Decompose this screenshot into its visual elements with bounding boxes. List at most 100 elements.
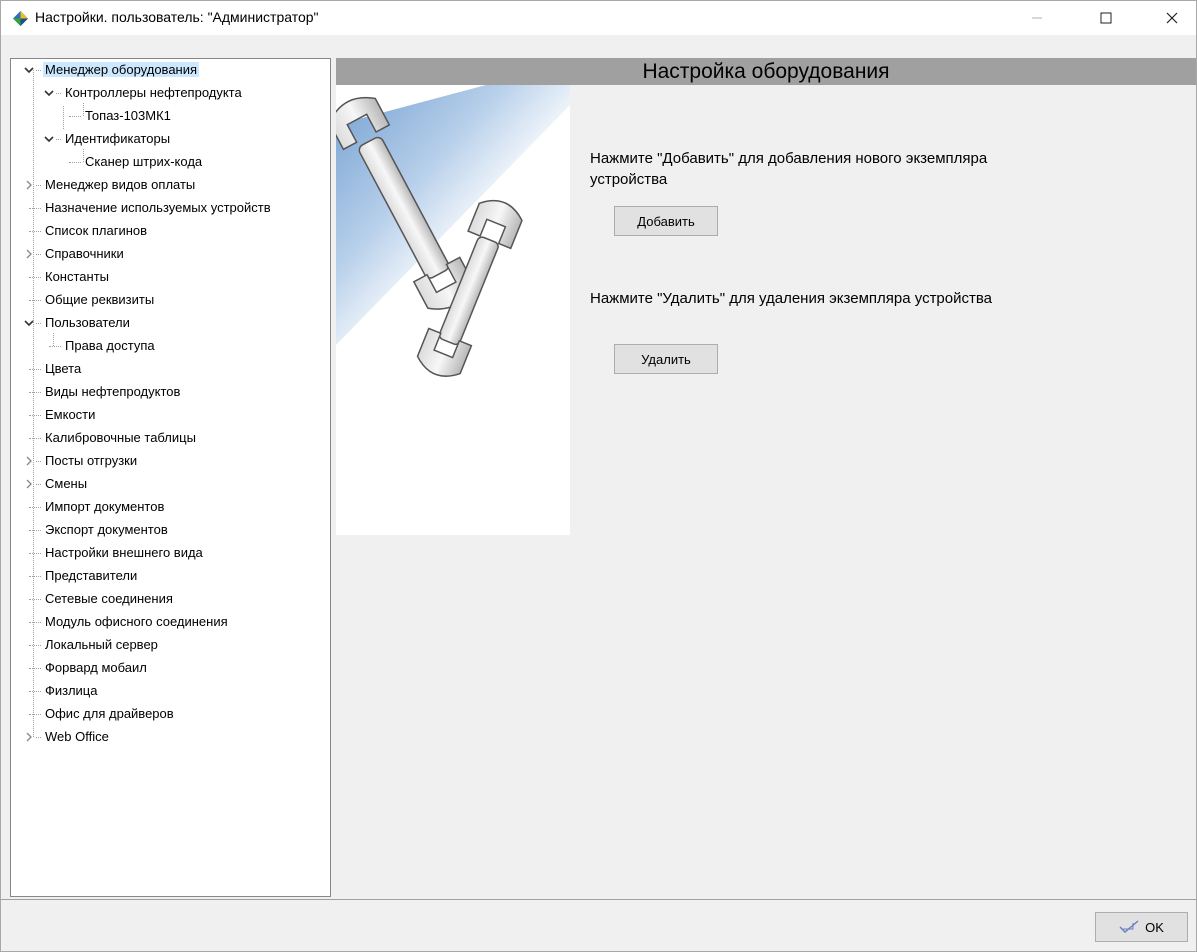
tree-item[interactable]: Модуль офисного соединения: [43, 612, 230, 632]
tree-item[interactable]: Виды нефтепродуктов: [43, 382, 182, 402]
maximize-button[interactable]: [1083, 1, 1129, 35]
tree-connector: [36, 70, 41, 71]
chevron-down-icon[interactable]: [43, 83, 55, 103]
chevron-down-icon[interactable]: [23, 313, 35, 333]
tree-item[interactable]: Емкости: [43, 405, 97, 425]
illustration: [336, 85, 570, 535]
settings-tree[interactable]: Менеджер оборудования Контроллеры нефтепр…: [10, 58, 331, 897]
tree-item[interactable]: Форвард мобаил: [43, 658, 149, 678]
ok-button[interactable]: OK: [1095, 912, 1188, 942]
tree-item[interactable]: Сканер штрих-кода: [83, 152, 204, 172]
tree-item-label: Калибровочные таблицы: [45, 430, 196, 445]
tree-connector: [53, 333, 54, 346]
delete-button[interactable]: Удалить: [614, 344, 718, 374]
tree-connector: [29, 438, 41, 439]
tree-item[interactable]: Назначение используемых устройств: [43, 198, 273, 218]
tree-item[interactable]: Пользователи: [43, 313, 132, 333]
tree-connector: [36, 323, 41, 324]
tree-item[interactable]: Менеджер оборудования: [43, 60, 200, 80]
minimize-icon: [1032, 17, 1042, 19]
tree-connector: [69, 162, 81, 163]
tree-connector: [29, 231, 41, 232]
tree-connector: [29, 392, 41, 393]
tree-connector: [29, 645, 41, 646]
tree-item-label: Менеджер видов оплаты: [45, 177, 196, 192]
chevron-down-icon[interactable]: [43, 129, 55, 149]
chevron-right-icon[interactable]: [23, 727, 35, 747]
tree-item[interactable]: Сетевые соединения: [43, 589, 175, 609]
close-button[interactable]: [1149, 1, 1195, 35]
tree-item[interactable]: Смены: [43, 474, 89, 494]
tree-item[interactable]: Экспорт документов: [43, 520, 170, 540]
tree-connector: [49, 346, 61, 347]
tree-item[interactable]: Константы: [43, 267, 111, 287]
tree-item[interactable]: Офис для драйверов: [43, 704, 176, 724]
tree-item[interactable]: Менеджер видов оплаты: [43, 175, 197, 195]
chevron-right-icon[interactable]: [23, 175, 35, 195]
tree-item[interactable]: Идентификаторы: [63, 129, 172, 149]
footer-separator: [1, 899, 1196, 900]
tree-item[interactable]: Локальный сервер: [43, 635, 160, 655]
tree-connector: [29, 369, 41, 370]
tree-item[interactable]: Калибровочные таблицы: [43, 428, 198, 448]
tree-connector: [29, 530, 41, 531]
tree-item-label: Web Office: [45, 729, 109, 744]
tree-connector: [29, 714, 41, 715]
tree-item[interactable]: Цвета: [43, 359, 83, 379]
tree-item[interactable]: Список плагинов: [43, 221, 149, 241]
tree-item[interactable]: Права доступа: [63, 336, 157, 356]
chevron-down-icon[interactable]: [23, 60, 35, 80]
tree-connector: [29, 576, 41, 577]
tree-item-label: Контроллеры нефтепродукта: [65, 85, 242, 100]
tree-item[interactable]: Web Office: [43, 727, 111, 747]
tree-item[interactable]: Импорт документов: [43, 497, 166, 517]
tree-connector: [36, 461, 41, 462]
tree-connector: [36, 254, 41, 255]
tree-item-label: Назначение используемых устройств: [45, 200, 271, 215]
tree-item-label: Модуль офисного соединения: [45, 614, 228, 629]
tree-item-label: Представители: [45, 568, 138, 583]
window-title: Настройки. пользователь: "Администратор": [35, 9, 319, 25]
tree-item[interactable]: Общие реквизиты: [43, 290, 156, 310]
tree-item-label: Константы: [45, 269, 109, 284]
tree-item-label: Права доступа: [65, 338, 155, 353]
chevron-right-icon[interactable]: [23, 244, 35, 264]
tree-item[interactable]: Справочники: [43, 244, 126, 264]
tree-connector: [36, 484, 41, 485]
delete-instruction: Нажмите "Удалить" для удаления экземпляр…: [590, 290, 993, 307]
tree-connector: [29, 507, 41, 508]
title-bar[interactable]: Настройки. пользователь: "Администратор": [1, 1, 1196, 35]
tree-connector: [29, 415, 41, 416]
chevron-right-icon[interactable]: [23, 474, 35, 494]
tree-connector: [29, 300, 41, 301]
tree-connector: [29, 599, 41, 600]
tree-item-label: Сетевые соединения: [45, 591, 173, 606]
tree-item-label: Экспорт документов: [45, 522, 168, 537]
tree-item-label: Сканер штрих-кода: [85, 154, 203, 169]
tree-item[interactable]: Физлица: [43, 681, 99, 701]
tree-item[interactable]: Представители: [43, 566, 139, 586]
tree-connector: [29, 553, 41, 554]
tree-item-label: Менеджер оборудования: [43, 62, 200, 77]
app-icon: [13, 11, 28, 26]
checkmark-icon: [1119, 920, 1139, 933]
tree-item-label: Локальный сервер: [45, 637, 158, 652]
tree-item-label: Идентификаторы: [65, 131, 171, 146]
tree-connector: [29, 208, 41, 209]
tree-item-label: Емкости: [45, 407, 96, 422]
tree-connector: [29, 668, 41, 669]
tree-item[interactable]: Контроллеры нефтепродукта: [63, 83, 244, 103]
tree-item-label: Физлица: [45, 683, 98, 698]
tree-item[interactable]: Топаз-103МК1: [83, 106, 173, 126]
tree-connector: [33, 70, 34, 737]
tree-item[interactable]: Настройки внешнего вида: [43, 543, 205, 563]
ok-label: OK: [1145, 919, 1164, 935]
add-button[interactable]: Добавить: [614, 206, 718, 236]
chevron-right-icon[interactable]: [23, 451, 35, 471]
tree-item-label: Общие реквизиты: [45, 292, 155, 307]
minimize-button[interactable]: [1014, 1, 1060, 35]
tree-item-label: Список плагинов: [45, 223, 148, 238]
tree-connector: [36, 737, 41, 738]
tree-item[interactable]: Посты отгрузки: [43, 451, 139, 471]
tree-connector: [69, 116, 81, 117]
